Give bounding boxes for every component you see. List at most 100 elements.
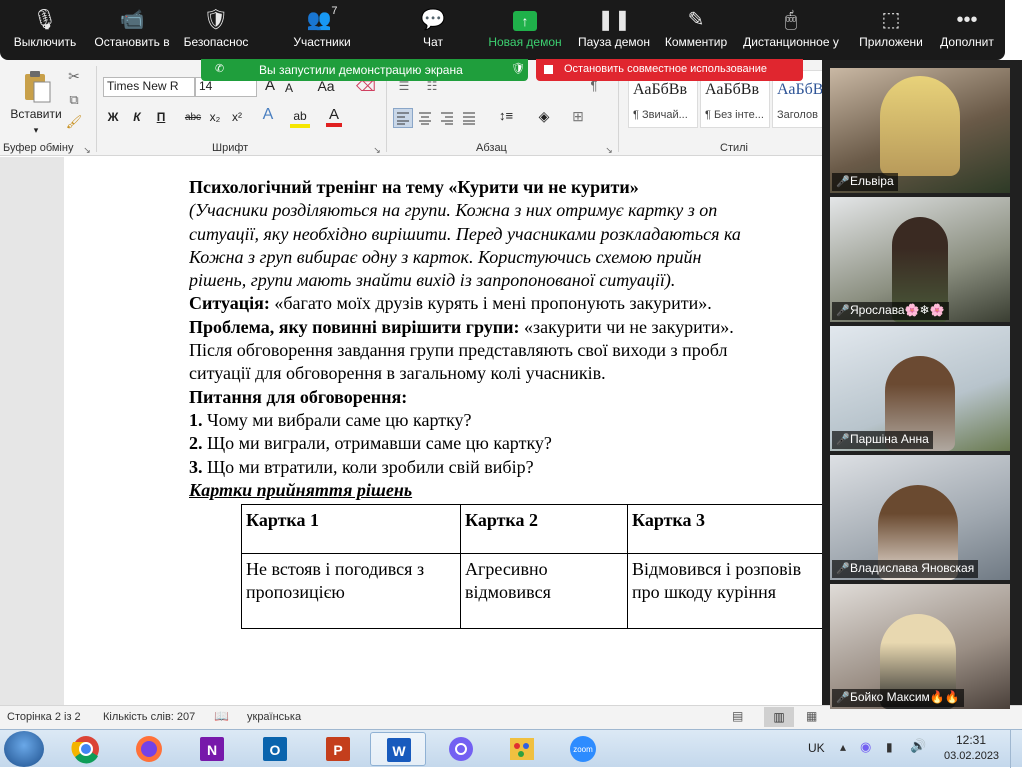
zoom-icon[interactable]: zoom <box>555 732 611 766</box>
question-item: 3. Що ми втратили, коли зробили свій виб… <box>189 456 839 479</box>
align-center-icon[interactable] <box>416 109 434 127</box>
copy-icon[interactable]: ⧉ <box>64 92 84 108</box>
svg-text:O: O <box>270 742 281 758</box>
paste-button[interactable]: Вставити <box>8 106 64 122</box>
outlook-icon[interactable]: O <box>247 732 303 766</box>
more-button[interactable]: ••• Дополнит <box>934 6 1000 50</box>
video-tile[interactable]: 🎤 Ярослава🌸❄🌸 <box>830 197 1010 322</box>
question-item: 1. Чому ми вибрали саме цю картку? <box>189 409 839 432</box>
onenote-icon[interactable]: N <box>184 732 240 766</box>
firefox-icon[interactable] <box>121 732 177 766</box>
word-icon[interactable]: W <box>370 732 426 766</box>
font-color-button[interactable]: A <box>326 107 342 127</box>
table-header-cell[interactable]: Картка 2 <box>460 504 628 554</box>
video-tile[interactable]: 🎤 Бойко Максим🔥🔥 <box>830 584 1010 709</box>
superscript-button[interactable]: x² <box>228 109 246 125</box>
subscript-button[interactable]: x₂ <box>206 109 224 125</box>
read-mode-icon[interactable]: ▤ <box>732 709 743 723</box>
after-line: Після обговорення завдання групи предста… <box>189 340 728 361</box>
apps-button[interactable]: ⬚ Приложени <box>856 6 926 50</box>
style-sample: АаБбВв <box>633 81 687 98</box>
shading-icon[interactable]: ◈ <box>534 108 554 124</box>
stop-video-button[interactable]: 📹 Остановить в <box>92 6 172 50</box>
align-right-icon[interactable] <box>438 109 456 127</box>
clock-time[interactable]: 12:31 <box>956 733 986 747</box>
chrome-icon[interactable] <box>58 732 114 766</box>
justify-icon[interactable] <box>460 109 478 127</box>
tray-volume-icon[interactable]: 🔊 <box>910 739 926 754</box>
table-header-cell[interactable]: Картка 1 <box>241 504 461 554</box>
text-effects-button[interactable]: A <box>258 107 278 123</box>
annotate-button[interactable]: ✎ Комментир <box>660 6 732 50</box>
question-item: 2. Що ми виграли, отримавши саме цю карт… <box>189 432 839 455</box>
format-painter-icon[interactable]: 🖌 <box>64 114 84 130</box>
word-count[interactable]: Кількість слів: 207 <box>103 711 195 723</box>
cut-icon[interactable]: ✂ <box>64 68 84 84</box>
borders-icon[interactable]: ⊞ <box>568 108 588 124</box>
strikethrough-button[interactable]: abc <box>182 110 204 126</box>
remote-control-button[interactable]: 🖱 Дистанционное у <box>740 6 842 50</box>
participant-name: 🎤 Паршіна Анна <box>832 431 933 449</box>
viber-icon[interactable] <box>433 732 489 766</box>
align-left-icon[interactable] <box>393 108 413 128</box>
font-name-combo[interactable]: Times New R <box>103 77 195 97</box>
input-language[interactable]: UK <box>808 741 825 755</box>
stop-share-button[interactable]: Остановить совместное использование <box>536 59 803 81</box>
tray-viber-icon[interactable]: ◉ <box>860 740 871 755</box>
table-cell[interactable]: Не встояв і погодився з пропозицією <box>241 553 461 629</box>
new-share-button[interactable]: ↑ Новая демон <box>484 6 566 50</box>
tray-network-icon[interactable]: ▮ <box>886 740 893 754</box>
muted-microphone-icon: 🎤 <box>836 563 850 575</box>
table-cell[interactable]: Агресивно відмовився <box>460 553 628 629</box>
participant-name-text: Паршіна Анна <box>850 432 929 446</box>
font-launcher-icon[interactable]: ↘ <box>372 142 382 158</box>
after-line: ситуації для обговорення в загальному ко… <box>189 363 606 384</box>
clipboard-launcher-icon[interactable]: ↘ <box>82 142 92 158</box>
share-screen-icon: ↑ <box>484 6 566 34</box>
security-button[interactable]: 🛡 Безопаснос <box>180 6 252 50</box>
paste-dropdown-icon[interactable]: ▾ <box>30 122 42 138</box>
participant-name-text: Владислава Яновская <box>850 561 975 575</box>
page-count[interactable]: Сторінка 2 із 2 <box>7 711 81 723</box>
situation-line: Ситуація: «багато моїх друзів курять і м… <box>189 292 839 315</box>
start-button-icon[interactable] <box>4 731 44 767</box>
language-indicator[interactable]: українська <box>247 711 301 723</box>
video-tile[interactable]: 🎤 Паршіна Анна <box>830 326 1010 451</box>
web-layout-icon[interactable]: ▦ <box>806 709 817 723</box>
svg-text:W: W <box>392 743 406 759</box>
toolbar-label: Новая демон <box>488 35 562 49</box>
powerpoint-icon[interactable]: P <box>310 732 366 766</box>
paragraph-launcher-icon[interactable]: ↘ <box>604 142 614 158</box>
italic-button[interactable]: К <box>128 109 146 125</box>
chat-button[interactable]: 💬 Чат <box>410 6 456 50</box>
video-tile[interactable]: 🎤 Ельвіра <box>830 68 1010 193</box>
intro-line: рішень, групи мають знайти вихід із запр… <box>189 270 676 291</box>
highlight-button[interactable]: ab <box>290 108 310 128</box>
annotate-pen-icon: ✎ <box>687 9 705 31</box>
shrink-font-button[interactable]: A <box>282 80 296 96</box>
tray-up-arrow-icon[interactable]: ▴ <box>840 740 846 754</box>
clock-date[interactable]: 03.02.2023 <box>944 750 999 762</box>
muted-microphone-icon: 🎤 <box>836 176 850 188</box>
pause-share-button[interactable]: ❚❚ Пауза демон <box>574 6 654 50</box>
cards-heading: Картки прийняття рішень <box>189 479 413 500</box>
muted-microphone-icon: 🎤 <box>836 305 850 317</box>
toolbar-label: Участники <box>293 35 351 49</box>
video-tile[interactable]: 🎤 Владислава Яновская <box>830 455 1010 580</box>
table-header-cell[interactable]: Картка 3 <box>627 504 828 554</box>
table-cell[interactable]: Відмовився і розповів про шкоду куріння <box>627 553 828 629</box>
zoom-meeting-toolbar: 🎙 Выключить 📹 Остановить в 🛡 Безопаснос 👥7 У… <box>0 0 1005 60</box>
print-layout-icon[interactable]: ▥ <box>764 707 794 727</box>
mute-button[interactable]: 🎙 Выключить <box>6 6 84 50</box>
underline-button[interactable]: П <box>152 109 170 125</box>
share-banner-text: Вы запустили демонстрацию экрана <box>259 63 463 77</box>
participants-button[interactable]: 👥7 Участники <box>286 6 358 50</box>
paste-icon[interactable] <box>22 70 52 104</box>
line-spacing-icon[interactable]: ↕≡ <box>494 108 518 124</box>
style-name: Заголов <box>777 109 818 121</box>
show-desktop-button[interactable] <box>1010 730 1022 768</box>
pause-icon: ❚❚ <box>597 9 631 31</box>
bold-button[interactable]: Ж <box>104 109 122 125</box>
paint-icon[interactable] <box>494 732 550 766</box>
proofing-icon[interactable]: 📖 <box>214 709 229 723</box>
